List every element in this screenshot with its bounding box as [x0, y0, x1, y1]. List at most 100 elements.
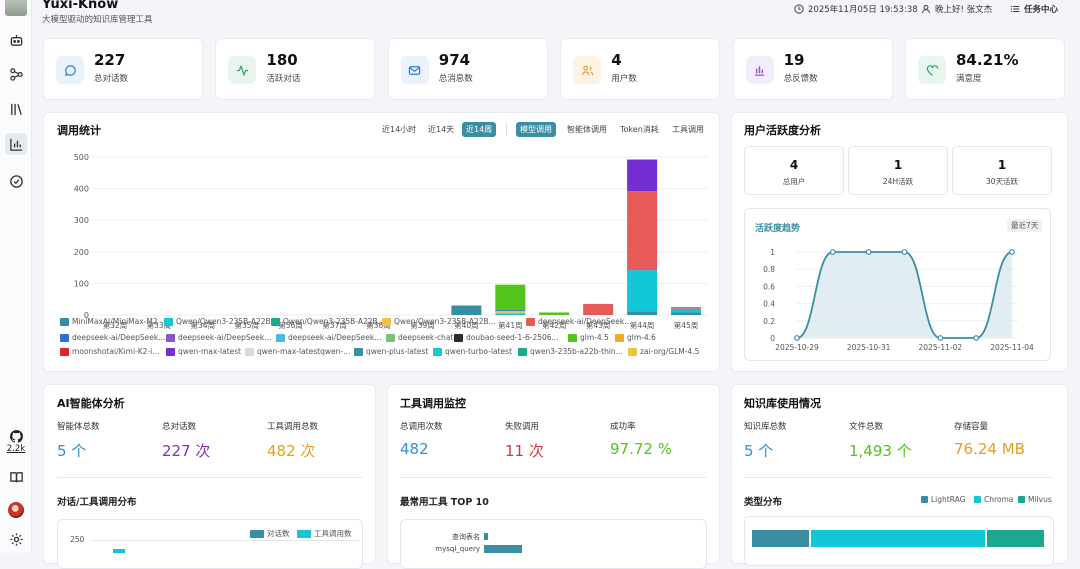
legend-item[interactable]: zai-org/GLM-4.5	[628, 347, 699, 356]
activity-label: 30天活跃	[985, 177, 1019, 186]
legend-milvus-label: Milvus	[1028, 495, 1052, 504]
legend-item[interactable]: Qwen/Qwen3-235B-A22B...	[164, 317, 278, 326]
kb-bar-lightrag	[752, 530, 809, 547]
legend-lightrag: LightRAG	[921, 495, 965, 504]
legend-label: qwen-plus-latest	[366, 347, 429, 356]
metric-label: 知识库总数	[744, 422, 787, 432]
legend-label: deepseek-ai/DeepSeek...	[72, 333, 166, 342]
activity-value: 1	[997, 158, 1007, 172]
legend-item[interactable]: qwen-max-latestqwen-...	[245, 347, 350, 356]
app-title: Yuxi-Know	[42, 0, 119, 12]
metric-value: 5 个	[744, 442, 774, 460]
legend-label: glm-4.6	[627, 333, 656, 342]
stat-label: 活跃对话	[266, 74, 301, 84]
stat-label: 总对话数	[94, 74, 129, 84]
legend-item[interactable]: qwen-plus-latest	[354, 347, 428, 356]
clock-icon	[794, 4, 804, 14]
legend-swatch	[60, 333, 69, 342]
legend-item[interactable]: deepseek-ai/DeepSeek...	[526, 317, 631, 326]
legend-swatch	[271, 317, 280, 326]
agent-dist-chart	[57, 519, 363, 569]
metric-label: 总对话数	[162, 422, 197, 432]
legend-item[interactable]: deepseek-ai/DeepSeek...	[166, 333, 271, 342]
logo[interactable]	[5, 0, 27, 16]
tools-top-title: 最常用工具 TOP 10	[400, 497, 489, 508]
legend-item[interactable]: Qwen/Qwen3-235B-A22B...	[382, 317, 496, 326]
legend-swatch	[568, 333, 577, 342]
agent-divider	[57, 477, 363, 478]
stat-label: 总消息数	[438, 74, 473, 84]
mail-icon	[400, 56, 429, 84]
kb-bar-chroma	[811, 530, 985, 547]
metric-value: 5 个	[57, 442, 87, 460]
github-star-count[interactable]: 2.2k	[3, 444, 29, 454]
task-center-label: 任务中心	[1024, 5, 1059, 15]
trend-range-badge[interactable]: 最近7天	[1007, 219, 1043, 232]
activity-summary-card: 4 总用户	[744, 146, 844, 195]
type-tab[interactable]: 工具调用	[668, 122, 708, 137]
user-greeting[interactable]: 晚上好! 张文杰	[921, 3, 992, 15]
metric-value: 482 次	[267, 442, 316, 460]
top-tool-1-bar	[484, 533, 488, 540]
type-tab[interactable]: 智能体调用	[563, 122, 611, 137]
metric-label: 成功率	[610, 422, 636, 432]
robot-icon[interactable]	[6, 30, 26, 50]
legend-item[interactable]: deepseek-chat	[386, 333, 453, 342]
dashboard-icon[interactable]	[5, 133, 27, 155]
activity-summary-card: 1 24H活跃	[848, 146, 948, 195]
time-tab[interactable]: 近14天	[424, 122, 458, 137]
task-center-button[interactable]: 任务中心	[1010, 3, 1058, 15]
metric-label: 工具调用总数	[267, 422, 319, 432]
metric-value: 97.72 %	[610, 440, 672, 458]
legend-item[interactable]: moonshotai/Kimi-K2-i...	[60, 347, 159, 356]
metric-value: 76.24 MB	[954, 440, 1025, 458]
settings-icon[interactable]	[6, 529, 26, 549]
usage-title: 调用统计	[57, 124, 101, 137]
kb-title: 知识库使用情况	[744, 397, 821, 410]
header: Yuxi-Know 大模型驱动的知识库管理工具 2025年11月05日 19:5…	[32, 0, 1080, 30]
legend-item[interactable]: deepseek-ai/DeepSeek...	[60, 333, 165, 342]
sidebar: 2.2k	[0, 0, 32, 553]
kb-bar-milvus	[987, 530, 1044, 547]
datetime: 2025年11月05日 19:53:38	[794, 3, 918, 15]
check-circle-icon[interactable]	[6, 171, 26, 191]
legend-item[interactable]: Qwen/Qwen3-235B-A22B...	[271, 317, 385, 326]
legend-label: Qwen/Qwen3-235B-A22B...	[394, 317, 496, 326]
time-tab[interactable]: 近14小时	[378, 122, 420, 137]
stat-card: 227 总对话数	[43, 38, 203, 100]
legend-item[interactable]: qwen-max-latest	[166, 347, 241, 356]
users-icon	[573, 56, 602, 84]
legend-label: qwen3-235b-a22b-thin...	[530, 347, 623, 356]
book-icon[interactable]	[6, 467, 26, 487]
legend-item[interactable]: glm-4.5	[568, 333, 609, 342]
legend-label: qwen-max-latestqwen-...	[257, 347, 351, 356]
legend-item[interactable]: qwen-turbo-latest	[433, 347, 512, 356]
tools-title: 工具调用监控	[400, 397, 466, 410]
legend-item[interactable]: doubao-seed-1-6-2506...	[454, 333, 559, 342]
activity-title: 用户活跃度分析	[744, 124, 821, 137]
legend-item[interactable]: glm-4.6	[615, 333, 656, 342]
dist-y-tick: 250	[70, 535, 85, 544]
legend-label: deepseek-chat	[398, 333, 454, 342]
stat-card: 84.21% 满意度	[905, 38, 1065, 100]
type-tab[interactable]: 模型调用	[516, 122, 556, 137]
legend-swatch	[60, 347, 69, 356]
user-icon	[922, 4, 930, 14]
graph-icon[interactable]	[6, 64, 26, 84]
legend-item[interactable]: deepseek-ai/DeepSeek...	[276, 333, 381, 342]
dist-bar	[113, 549, 125, 553]
time-tab[interactable]: 近14周	[462, 122, 497, 137]
metric-label: 智能体总数	[57, 422, 100, 432]
library-icon[interactable]	[6, 99, 26, 119]
bar-icon	[745, 56, 774, 84]
avatar[interactable]	[6, 500, 26, 520]
metric-label: 失败调用	[505, 422, 540, 432]
legend-label: deepseek-ai/DeepSeek...	[538, 317, 632, 326]
stat-label: 总反馈数	[783, 74, 818, 84]
top-tool-1-label: 查询表名	[452, 533, 480, 541]
type-tab[interactable]: Token消耗	[616, 122, 663, 137]
github-icon[interactable]	[6, 426, 26, 446]
legend-item[interactable]: MiniMaxAI/MiniMax-M2	[60, 317, 158, 326]
legend-swatch	[382, 317, 391, 326]
legend-item[interactable]: qwen3-235b-a22b-thin...	[518, 347, 623, 356]
